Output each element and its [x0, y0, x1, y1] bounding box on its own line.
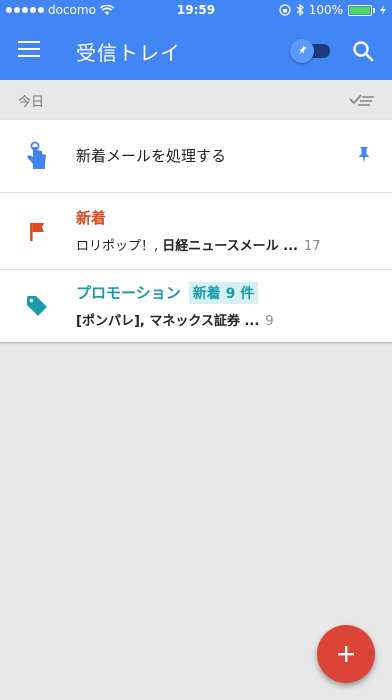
sweep-done-icon[interactable] [348, 90, 376, 110]
flag-icon [22, 217, 52, 247]
hand-pointing-icon [22, 141, 52, 171]
list-item[interactable]: 新着メールを処理する [0, 120, 392, 193]
page-title: 受信トレイ [76, 41, 181, 65]
status-badge: 新着 9 件 [188, 282, 259, 304]
pin-knob [290, 39, 314, 63]
search-icon[interactable] [352, 40, 374, 62]
app-bar: 受信トレイ [0, 22, 392, 80]
list-item[interactable]: 新着 ロリポップ！, 日経ニュースメール ... 17 [0, 193, 392, 270]
row-title: プロモーション 新着 9 件 [76, 282, 259, 304]
row-subtitle: [ポンパレ], マネックス証券 ... 9 [76, 310, 274, 329]
section-header: 今日 [0, 80, 392, 120]
row-title: 新着 [76, 209, 107, 227]
sender-bold: [ポンパレ], マネックス証券 ... [76, 314, 260, 329]
message-count: 9 [265, 314, 274, 329]
list-item[interactable]: プロモーション 新着 9 件 [ポンパレ], マネックス証券 ... 9 [0, 270, 392, 342]
pinned-icon[interactable] [356, 146, 372, 164]
orientation-lock-icon [279, 4, 291, 16]
compose-button[interactable] [317, 625, 375, 683]
row-subtitle: ロリポップ！, 日経ニュースメール ... 17 [76, 235, 321, 254]
sender-bold: 日経ニュースメール ... [162, 239, 298, 254]
status-right: 100% [279, 3, 386, 17]
row-title-text: プロモーション [76, 284, 181, 302]
section-label-today: 今日 [18, 95, 45, 110]
menu-icon[interactable] [18, 41, 40, 59]
battery-percent: 100% [308, 3, 343, 17]
status-bar: docomo 19:59 100% [0, 0, 392, 22]
battery-tip [373, 7, 375, 13]
pin-icon [299, 45, 307, 56]
battery-icon [348, 4, 372, 16]
message-count: 17 [303, 239, 321, 254]
plus-icon [338, 646, 354, 662]
charging-icon [380, 5, 386, 15]
row-title: 新着メールを処理する [76, 147, 227, 165]
sender-plain: ロリポップ！, [76, 239, 163, 254]
bluetooth-icon [296, 4, 304, 16]
tag-icon [22, 291, 52, 321]
inbox-list: 新着メールを処理する 新着 ロリポップ！, 日経ニュースメール ... 17 プロ… [0, 120, 392, 342]
pin-toggle[interactable] [290, 39, 330, 63]
